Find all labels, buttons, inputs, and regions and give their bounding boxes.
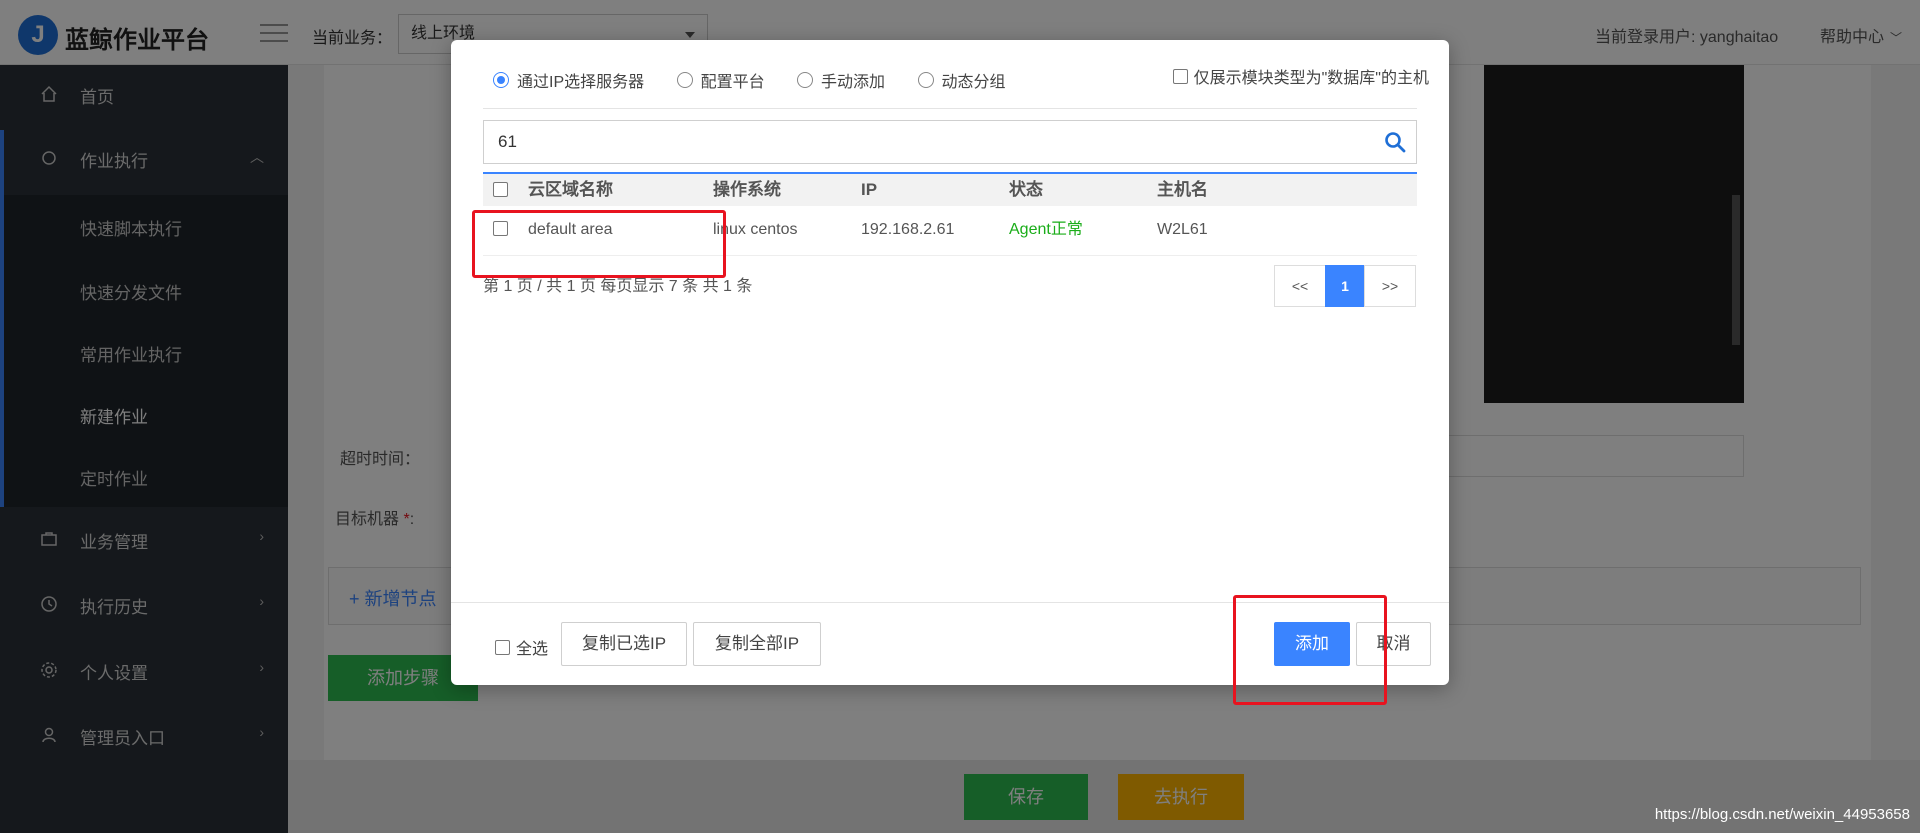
db-only-label: 仅展示模块类型为"数据库"的主机 xyxy=(1193,70,1429,87)
radio-manual-add[interactable]: 手动添加 xyxy=(797,68,885,92)
ip-search-input[interactable] xyxy=(484,121,1364,163)
radio-ip-select[interactable]: 通过IP选择服务器 xyxy=(493,68,644,92)
watermark: https://blog.csdn.net/weixin_44953658 xyxy=(1654,806,1910,823)
cell-ip: 192.168.2.61 xyxy=(861,221,955,238)
radio-checked-icon xyxy=(493,72,509,88)
col-header-status: 状态 xyxy=(1009,180,1043,199)
checkbox-icon xyxy=(1172,68,1188,84)
divider xyxy=(483,108,1417,109)
search-box xyxy=(483,120,1417,164)
page-current-button[interactable]: 1 xyxy=(1325,265,1365,307)
col-header-hostname: 主机名 xyxy=(1157,180,1208,199)
cell-status: Agent正常 xyxy=(1009,221,1083,238)
select-all-checkbox[interactable]: 全选 xyxy=(495,635,548,659)
copy-selected-ip-button[interactable]: 复制已选IP xyxy=(561,622,687,666)
radio-unchecked-icon xyxy=(676,72,693,88)
radio-unchecked-icon xyxy=(917,72,934,88)
pagination: << 1 >> xyxy=(1274,265,1416,307)
search-icon[interactable] xyxy=(1384,131,1406,153)
radio-unchecked-icon xyxy=(797,72,814,88)
col-header-ip: IP xyxy=(861,180,878,199)
radio-label: 手动添加 xyxy=(821,74,886,91)
table-header: 云区域名称 操作系统 IP 状态 主机名 xyxy=(483,172,1417,206)
radio-label: 配置平台 xyxy=(700,74,765,91)
checkbox-icon xyxy=(493,182,508,198)
db-only-checkbox[interactable]: 仅展示模块类型为"数据库"的主机 xyxy=(1172,64,1429,88)
radio-dynamic-group[interactable]: 动态分组 xyxy=(917,68,1006,92)
copy-all-ip-button[interactable]: 复制全部IP xyxy=(693,622,821,666)
col-header-os: 操作系统 xyxy=(713,180,781,199)
radio-label: 动态分组 xyxy=(941,74,1006,91)
select-all-label: 全选 xyxy=(516,641,549,658)
col-header-area: 云区域名称 xyxy=(528,180,613,199)
page-next-button[interactable]: >> xyxy=(1364,265,1416,307)
checkbox-icon xyxy=(495,639,510,655)
annotation-box-row xyxy=(472,210,726,278)
select-all-rows-checkbox[interactable] xyxy=(493,174,514,206)
annotation-box-buttons xyxy=(1233,595,1387,705)
selection-mode-group: 通过IP选择服务器 配置平台 手动添加 动态分组 xyxy=(493,68,1034,93)
server-select-dialog: 通过IP选择服务器 配置平台 手动添加 动态分组 仅展示模块类型为"数据库"的主… xyxy=(451,40,1449,685)
page-prev-button[interactable]: << xyxy=(1274,265,1326,307)
radio-config-platform[interactable]: 配置平台 xyxy=(676,68,765,92)
radio-label: 通过IP选择服务器 xyxy=(517,74,645,91)
cell-hostname: W2L61 xyxy=(1157,221,1208,238)
